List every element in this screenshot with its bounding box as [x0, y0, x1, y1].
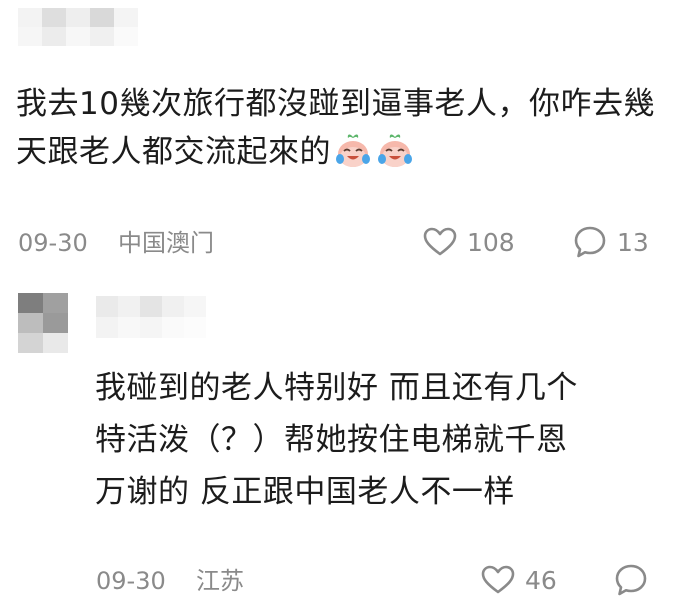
blurred-username[interactable] — [96, 296, 206, 338]
comment-meta: 09-30 江苏 46 — [96, 560, 666, 600]
comment-text: 我碰到的老人特别好 而且还有几个 特活泼（？）帮她按住电梯就千恩 万谢的 反正跟… — [95, 362, 665, 518]
like-count: 46 — [525, 565, 557, 595]
comment-location: 中国澳门 — [118, 229, 214, 257]
heart-outline-icon — [481, 565, 515, 595]
reply-button[interactable]: 13 — [573, 222, 649, 262]
heart-outline-icon — [423, 227, 457, 257]
comment-date: 09-30 — [96, 567, 166, 595]
comment-meta: 09-30 中国澳门 108 13 — [18, 222, 658, 262]
crying-laughing-radish-emoji-icon — [333, 130, 373, 170]
reply-button[interactable] — [614, 560, 648, 600]
blurred-avatar[interactable] — [18, 293, 68, 353]
like-count: 108 — [467, 227, 515, 257]
comment-location: 江苏 — [196, 567, 244, 595]
comment-date: 09-30 — [18, 229, 88, 257]
crying-laughing-radish-emoji-icon — [375, 130, 415, 170]
speech-bubble-icon — [614, 563, 648, 597]
comment-line: 我碰到的老人特别好 而且还有几个 — [95, 370, 578, 406]
like-button[interactable]: 108 — [423, 222, 515, 262]
reply-count: 13 — [617, 227, 649, 257]
speech-bubble-icon — [573, 225, 607, 259]
comment-text: 我去10幾次旅行都沒踫到逼事老人，你咋去幾天跟老人都交流起來的 — [16, 80, 656, 176]
comment-line: 特活泼（？）帮她按住电梯就千恩 — [95, 422, 568, 458]
like-button[interactable]: 46 — [481, 560, 557, 600]
blurred-username[interactable] — [18, 8, 138, 46]
comment-line: 万谢的 反正跟中国老人不一样 — [95, 474, 515, 510]
